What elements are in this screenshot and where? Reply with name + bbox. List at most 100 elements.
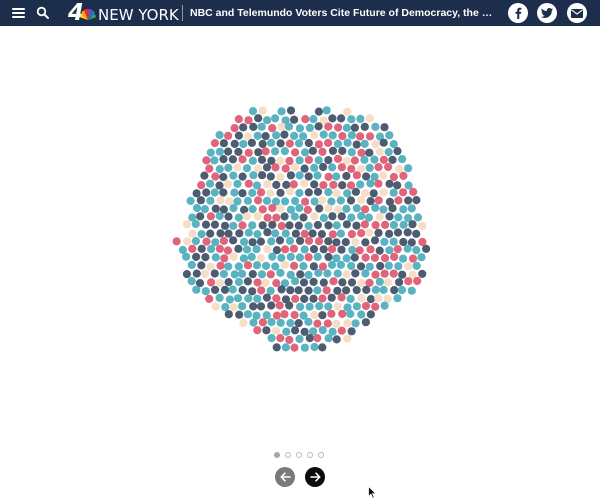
voter-dot xyxy=(201,253,210,262)
voter-dot xyxy=(290,343,299,352)
voter-dot xyxy=(305,123,314,132)
voter-dot xyxy=(223,180,233,189)
voter-dot xyxy=(210,269,219,278)
voter-dot xyxy=(205,179,215,188)
voter-dot xyxy=(272,279,281,288)
pager-dot[interactable] xyxy=(307,452,313,458)
voter-dot xyxy=(360,189,370,198)
voter-dot xyxy=(380,301,389,310)
voter-dot xyxy=(271,326,280,335)
voter-dot xyxy=(299,213,308,222)
voter-dot xyxy=(275,236,285,245)
voter-dot xyxy=(310,212,319,221)
voter-dot xyxy=(346,309,355,318)
voter-dot xyxy=(300,245,309,254)
voter-dot xyxy=(242,245,252,254)
voter-dot xyxy=(248,270,257,279)
voter-dot xyxy=(248,238,257,247)
voter-dot xyxy=(371,122,380,131)
voter-dot xyxy=(301,115,310,124)
voter-dot xyxy=(253,326,262,335)
voter-dot xyxy=(295,334,304,344)
voter-dot xyxy=(262,293,271,302)
voter-dot xyxy=(234,213,243,222)
voter-dot xyxy=(366,310,375,319)
pager-dot[interactable] xyxy=(318,452,324,458)
facebook-icon[interactable] xyxy=(508,3,528,23)
voter-dot xyxy=(370,253,379,262)
voter-dot xyxy=(289,180,298,189)
voter-dot xyxy=(262,311,271,320)
voter-dot xyxy=(362,285,371,294)
voter-dot xyxy=(285,236,295,245)
voter-dot xyxy=(188,244,197,253)
site-logo[interactable]: 4 NEW YORK xyxy=(68,1,179,25)
voter-dot xyxy=(295,253,304,262)
pager-dot[interactable] xyxy=(285,452,291,458)
voter-dot xyxy=(243,196,253,205)
voter-dot xyxy=(258,171,267,180)
voter-dot xyxy=(393,245,402,254)
voter-dot xyxy=(366,179,375,188)
voter-dot xyxy=(413,276,422,286)
search-icon[interactable] xyxy=(36,6,50,20)
voter-dot xyxy=(317,230,326,239)
voter-dot xyxy=(211,285,220,294)
voter-dot xyxy=(389,172,398,182)
voter-dot xyxy=(219,188,228,197)
voter-dot xyxy=(258,221,267,230)
voter-dot xyxy=(254,196,263,205)
voter-dot xyxy=(380,254,390,263)
next-button[interactable] xyxy=(305,467,325,487)
voter-dot xyxy=(366,197,375,206)
voter-dot xyxy=(404,164,413,173)
voter-dot xyxy=(243,261,253,270)
voter-dot xyxy=(337,245,346,254)
voter-dot xyxy=(413,213,423,222)
voter-dot xyxy=(370,155,379,164)
voter-dot xyxy=(239,254,248,263)
voter-dot xyxy=(206,148,215,157)
voter-dot xyxy=(206,229,215,238)
voter-dot xyxy=(304,253,313,262)
voter-dot xyxy=(215,244,224,253)
voter-dot xyxy=(196,196,205,205)
voter-dot xyxy=(202,237,211,246)
voter-dot xyxy=(182,252,191,261)
pager-dot[interactable] xyxy=(296,452,302,458)
voter-dot xyxy=(379,155,388,164)
pager-dot[interactable] xyxy=(274,452,280,458)
voter-dot xyxy=(379,205,388,214)
voter-dot xyxy=(291,277,300,286)
voter-dot xyxy=(398,155,407,164)
voter-dot xyxy=(336,229,345,238)
voter-dot xyxy=(337,293,346,302)
email-icon[interactable] xyxy=(567,3,587,23)
voter-dot xyxy=(324,334,333,343)
voter-dot xyxy=(385,229,394,238)
voter-dot xyxy=(350,123,359,132)
voter-dot xyxy=(186,196,195,205)
voter-dot xyxy=(224,163,233,172)
voter-dot xyxy=(290,115,299,124)
voter-dot xyxy=(219,155,228,164)
voter-dot xyxy=(286,286,295,295)
article-headline[interactable]: NBC and Telemundo Voters Cite Future of … xyxy=(190,0,494,26)
twitter-icon[interactable] xyxy=(537,3,557,23)
voter-dot xyxy=(290,310,299,320)
voter-dot xyxy=(351,187,360,196)
previous-button[interactable] xyxy=(275,467,295,487)
voter-dot xyxy=(332,335,341,344)
voter-dot xyxy=(399,188,408,197)
voter-dot xyxy=(249,318,258,327)
voter-dot xyxy=(319,278,328,287)
voter-dot xyxy=(220,254,229,263)
voter-dot xyxy=(290,131,299,140)
voter-dot xyxy=(319,130,328,139)
voter-dot xyxy=(394,213,403,222)
voter-dot xyxy=(285,221,294,230)
voter-dot xyxy=(238,302,247,311)
voter-dot xyxy=(304,138,313,148)
voter-dot xyxy=(337,212,346,221)
menu-icon[interactable] xyxy=(12,6,26,20)
